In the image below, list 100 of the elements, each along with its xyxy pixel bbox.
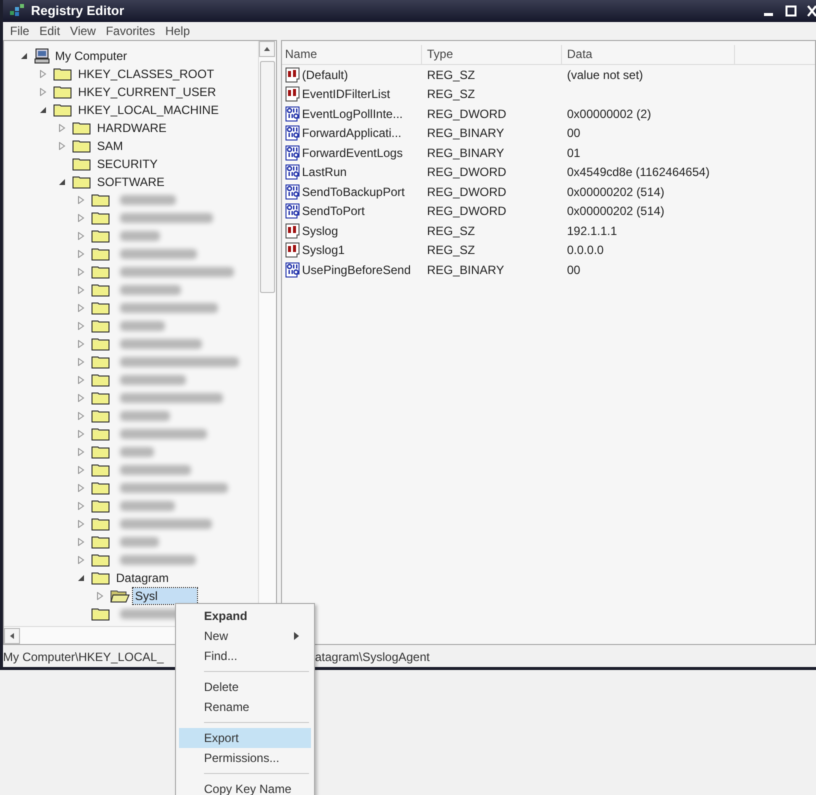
value-name[interactable]: (Default) (302, 68, 348, 82)
folder-icon (91, 606, 111, 621)
expand-arrow-icon[interactable] (77, 232, 85, 240)
expand-arrow-icon[interactable] (77, 376, 85, 384)
menu-item[interactable]: File (5, 24, 34, 38)
collapse-arrow-icon[interactable] (58, 178, 66, 186)
folder-icon (91, 282, 111, 297)
value-name[interactable]: Syslog1 (302, 243, 345, 258)
expand-arrow-icon[interactable] (77, 520, 85, 528)
expand-arrow-icon[interactable] (77, 466, 85, 474)
tree-item[interactable]: HKEY_CLASSES_ROOT (76, 66, 216, 82)
string-value-icon (285, 222, 301, 239)
folder-icon (91, 372, 111, 387)
scroll-left-icon[interactable] (4, 628, 20, 644)
menu-item[interactable]: New (179, 626, 311, 646)
expand-arrow-icon[interactable] (39, 70, 47, 78)
expand-arrow-icon[interactable] (77, 322, 85, 330)
expand-arrow-icon[interactable] (96, 592, 104, 600)
value-type: REG_BINARY (426, 126, 506, 140)
maximize-icon[interactable] (785, 4, 797, 17)
tree-item[interactable]: SECURITY (95, 156, 160, 172)
value-name[interactable]: EventLogPollInte... (302, 106, 403, 121)
folder-icon (72, 120, 92, 135)
value-name[interactable]: ForwardEventLogs (302, 146, 403, 160)
value-name[interactable]: SendToPort (302, 204, 365, 218)
expand-arrow-icon[interactable] (77, 196, 85, 204)
scroll-up-icon[interactable] (259, 40, 275, 57)
expand-arrow-icon[interactable] (77, 214, 85, 222)
string-value-icon (285, 242, 301, 258)
tree-item[interactable]: HARDWARE (95, 120, 169, 136)
value-name[interactable]: UsePingBeforeSend (302, 262, 411, 277)
binary-value-icon (285, 184, 301, 200)
menu-item[interactable]: Delete (179, 677, 311, 697)
expand-arrow-icon[interactable] (77, 448, 85, 456)
collapse-arrow-icon[interactable] (77, 574, 85, 582)
folder-icon (91, 426, 111, 441)
folder-icon (91, 444, 111, 459)
menu-item[interactable]: Rename (179, 697, 311, 717)
value-name[interactable]: SendToBackupPort (302, 184, 405, 199)
expand-arrow-icon[interactable] (39, 88, 47, 96)
expand-arrow-icon[interactable] (77, 430, 85, 438)
window-title: Registry Editor (31, 3, 124, 18)
menu-item[interactable]: Permissions... (179, 748, 311, 768)
scroll-thumb[interactable] (260, 60, 275, 293)
folder-icon (72, 156, 92, 171)
folder-icon (72, 174, 92, 189)
close-icon[interactable] (807, 4, 816, 17)
expand-arrow-icon[interactable] (77, 484, 85, 492)
menu-item[interactable]: View (65, 24, 101, 38)
menu-item[interactable]: Favorites (100, 24, 160, 38)
expand-arrow-icon[interactable] (77, 268, 85, 276)
menu-item[interactable]: Export (179, 728, 311, 748)
value-name[interactable]: Syslog (302, 224, 338, 238)
tree-item[interactable]: Datagram (114, 570, 171, 586)
menu-item[interactable]: Help (160, 24, 195, 38)
expand-arrow-icon[interactable] (77, 556, 85, 564)
menu-item[interactable]: Edit (34, 24, 66, 38)
expand-arrow-icon[interactable] (77, 304, 85, 312)
value-name[interactable]: LastRun (302, 165, 347, 180)
binary-value-icon (285, 125, 301, 142)
open-folder-icon (110, 588, 130, 603)
tree-item[interactable]: Sysl (133, 588, 197, 604)
tree-item[interactable]: My Computer (53, 48, 130, 64)
expand-arrow-icon[interactable] (77, 412, 85, 420)
folder-icon (72, 138, 92, 153)
string-value-icon (285, 86, 301, 102)
column-header[interactable]: Data (562, 44, 735, 64)
value-name[interactable]: ForwardApplicati... (302, 126, 402, 140)
folder-icon (53, 102, 73, 117)
tree-item[interactable]: HKEY_LOCAL_MACHINE (76, 102, 221, 118)
column-header[interactable]: Type (422, 44, 562, 64)
folder-icon (91, 570, 111, 585)
expand-arrow-icon[interactable] (58, 124, 66, 132)
tree-item[interactable]: SOFTWARE (95, 174, 167, 190)
folder-icon (91, 354, 111, 369)
folder-icon (91, 516, 111, 531)
expand-arrow-icon[interactable] (77, 358, 85, 366)
folder-icon (91, 498, 111, 513)
tree-item[interactable]: SAM (95, 138, 126, 154)
menu-item[interactable]: Expand (179, 606, 311, 626)
value-type: REG_DWORD (426, 184, 508, 199)
value-name[interactable]: EventIDFilterList (302, 87, 390, 102)
expand-arrow-icon[interactable] (77, 340, 85, 348)
column-header[interactable]: Name (282, 44, 422, 64)
folder-icon (91, 336, 111, 351)
expand-arrow-icon[interactable] (58, 142, 66, 150)
tree-item[interactable]: HKEY_CURRENT_USER (76, 84, 218, 100)
folder-icon (91, 480, 111, 495)
value-data: 0x00000002 (2) (566, 106, 652, 121)
expand-arrow-icon[interactable] (77, 250, 85, 258)
expand-arrow-icon[interactable] (77, 286, 85, 294)
binary-value-icon (285, 164, 301, 180)
submenu-arrow-icon (294, 632, 299, 640)
menu-item[interactable]: Find... (179, 646, 311, 666)
expand-arrow-icon[interactable] (77, 394, 85, 402)
collapse-arrow-icon[interactable] (39, 106, 47, 114)
expand-arrow-icon[interactable] (77, 538, 85, 546)
value-data: 00 (566, 262, 580, 277)
collapse-arrow-icon[interactable] (20, 52, 28, 60)
expand-arrow-icon[interactable] (77, 502, 85, 510)
